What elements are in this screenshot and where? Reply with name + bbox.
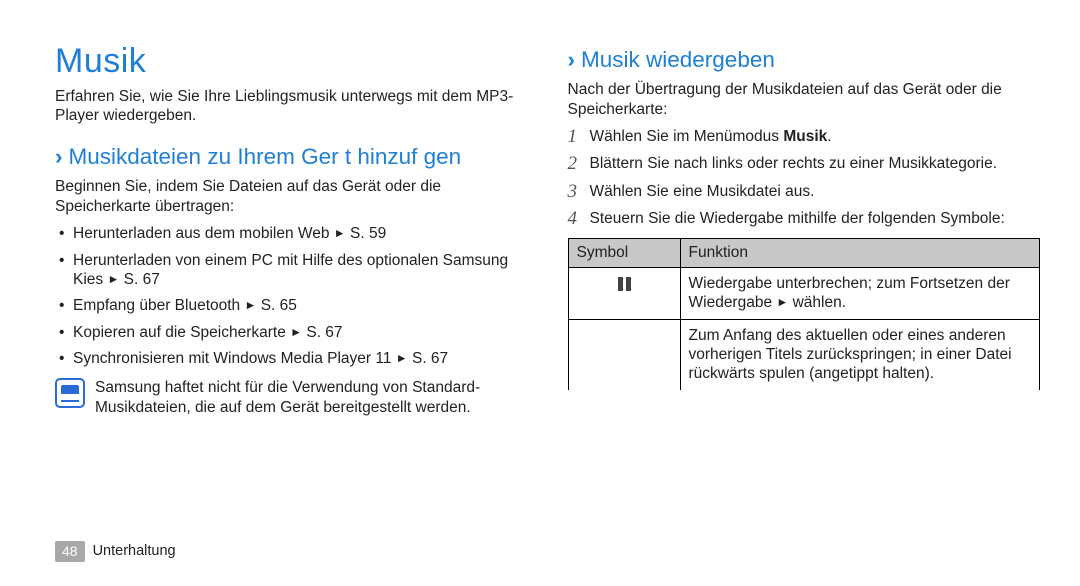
right-lead: Nach der Übertragung der Musikdateien au…: [568, 80, 1041, 119]
note-icon: [55, 378, 85, 408]
th-function: Funktion: [680, 239, 1040, 267]
steps-list: Wählen Sie im Menümodus Musik. Blättern …: [568, 127, 1041, 229]
intro-text: Erfahren Sie, wie Sie Ihre Lieblingsmusi…: [55, 87, 528, 126]
list-item: Synchronisieren mit Windows Media Player…: [59, 349, 528, 368]
subhead-play-music: ›Musik wiedergeben: [568, 46, 1041, 74]
chevron-right-icon: ›: [55, 144, 63, 169]
table-row: Zum Anfang des aktuellen oder eines ande…: [568, 319, 1040, 390]
list-item: Herunterladen von einem PC mit Hilfe des…: [59, 251, 528, 290]
left-column: Musik Erfahren Sie, wie Sie Ihre Lieblin…: [55, 40, 528, 417]
arrow-right-icon: ►: [244, 298, 256, 312]
list-item: Herunterladen aus dem mobilen Web ► S. 5…: [59, 224, 528, 243]
arrow-right-icon: ►: [334, 226, 346, 240]
play-arrow-icon: ►: [776, 295, 788, 309]
page-title: Musik: [55, 40, 528, 83]
section-name: Unterhaltung: [93, 542, 176, 560]
func-cell: Wiedergabe unterbrechen; zum Fortsetzen …: [680, 267, 1040, 319]
step-item: Wählen Sie im Menümodus Musik.: [568, 127, 1041, 146]
subhead-play-music-label: Musik wiedergeben: [581, 47, 775, 72]
arrow-right-icon: ►: [396, 351, 408, 365]
step-item: Blättern Sie nach links oder rechts zu e…: [568, 154, 1041, 173]
note-text: Samsung haftet nicht für die Verwendung …: [95, 378, 528, 417]
step-item: Steuern Sie die Wiedergabe mithilfe der …: [568, 209, 1041, 228]
right-column: ›Musik wiedergeben Nach der Übertragung …: [568, 40, 1041, 417]
note-box: Samsung haftet nicht für die Verwendung …: [55, 378, 528, 417]
chevron-right-icon: ›: [568, 47, 576, 72]
arrow-right-icon: ►: [290, 325, 302, 339]
pause-icon: [616, 274, 632, 293]
arrow-right-icon: ►: [107, 272, 119, 286]
func-cell: Zum Anfang des aktuellen oder eines ande…: [680, 319, 1040, 390]
transfer-methods-list: Herunterladen aus dem mobilen Web ► S. 5…: [55, 224, 528, 368]
table-header-row: Symbol Funktion: [568, 239, 1040, 267]
subhead-add-music: ›Musikdateien zu Ihrem Ger t hinzuf gen: [55, 143, 528, 171]
th-symbol: Symbol: [568, 239, 680, 267]
page-number: 48: [55, 541, 85, 563]
left-lead: Beginnen Sie, indem Sie Dateien auf das …: [55, 177, 528, 216]
symbols-table: Symbol Funktion Wiedergabe unterbrechen;…: [568, 238, 1041, 389]
subhead-add-music-label: Musikdateien zu Ihrem Ger t hinzuf gen: [69, 144, 462, 169]
step-item: Wählen Sie eine Musikdatei aus.: [568, 182, 1041, 201]
page-footer: 48 Unterhaltung: [55, 541, 176, 563]
list-item: Empfang über Bluetooth ► S. 65: [59, 296, 528, 315]
table-row: Wiedergabe unterbrechen; zum Fortsetzen …: [568, 267, 1040, 319]
list-item: Kopieren auf die Speicherkarte ► S. 67: [59, 323, 528, 342]
